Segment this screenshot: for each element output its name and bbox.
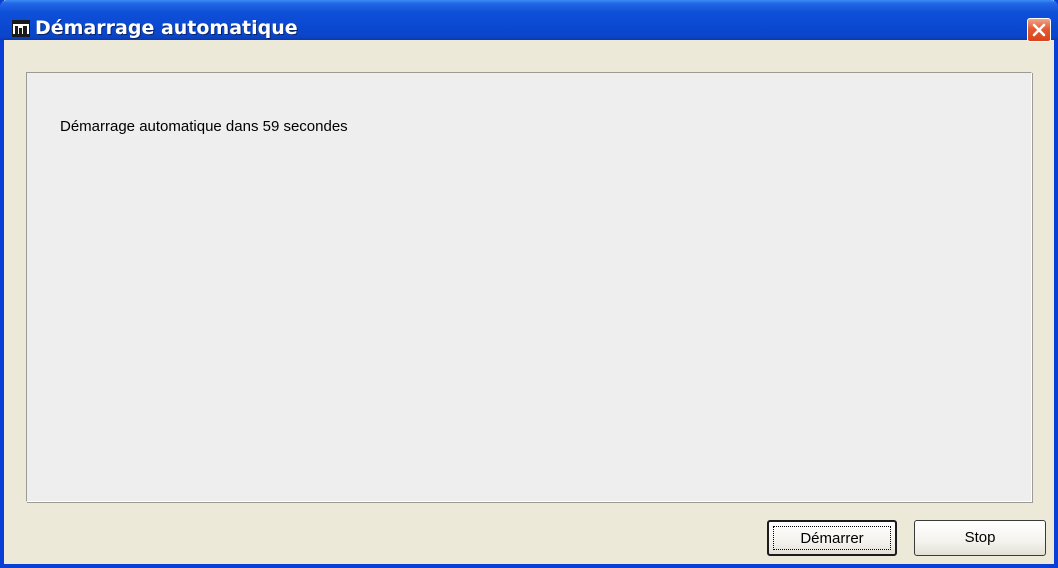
title-bar[interactable]: Démarrage automatique: [0, 0, 1058, 42]
stop-button[interactable]: Stop: [914, 520, 1046, 556]
start-button-label: Démarrer: [773, 526, 891, 550]
window-title: Démarrage automatique: [35, 17, 298, 39]
start-button[interactable]: Démarrer: [767, 520, 897, 556]
close-icon: [1032, 23, 1046, 37]
countdown-message: Démarrage automatique dans 59 secondes: [60, 118, 348, 135]
close-button[interactable]: [1027, 18, 1051, 42]
message-panel: [26, 72, 1032, 502]
app-window-icon: [12, 20, 30, 37]
